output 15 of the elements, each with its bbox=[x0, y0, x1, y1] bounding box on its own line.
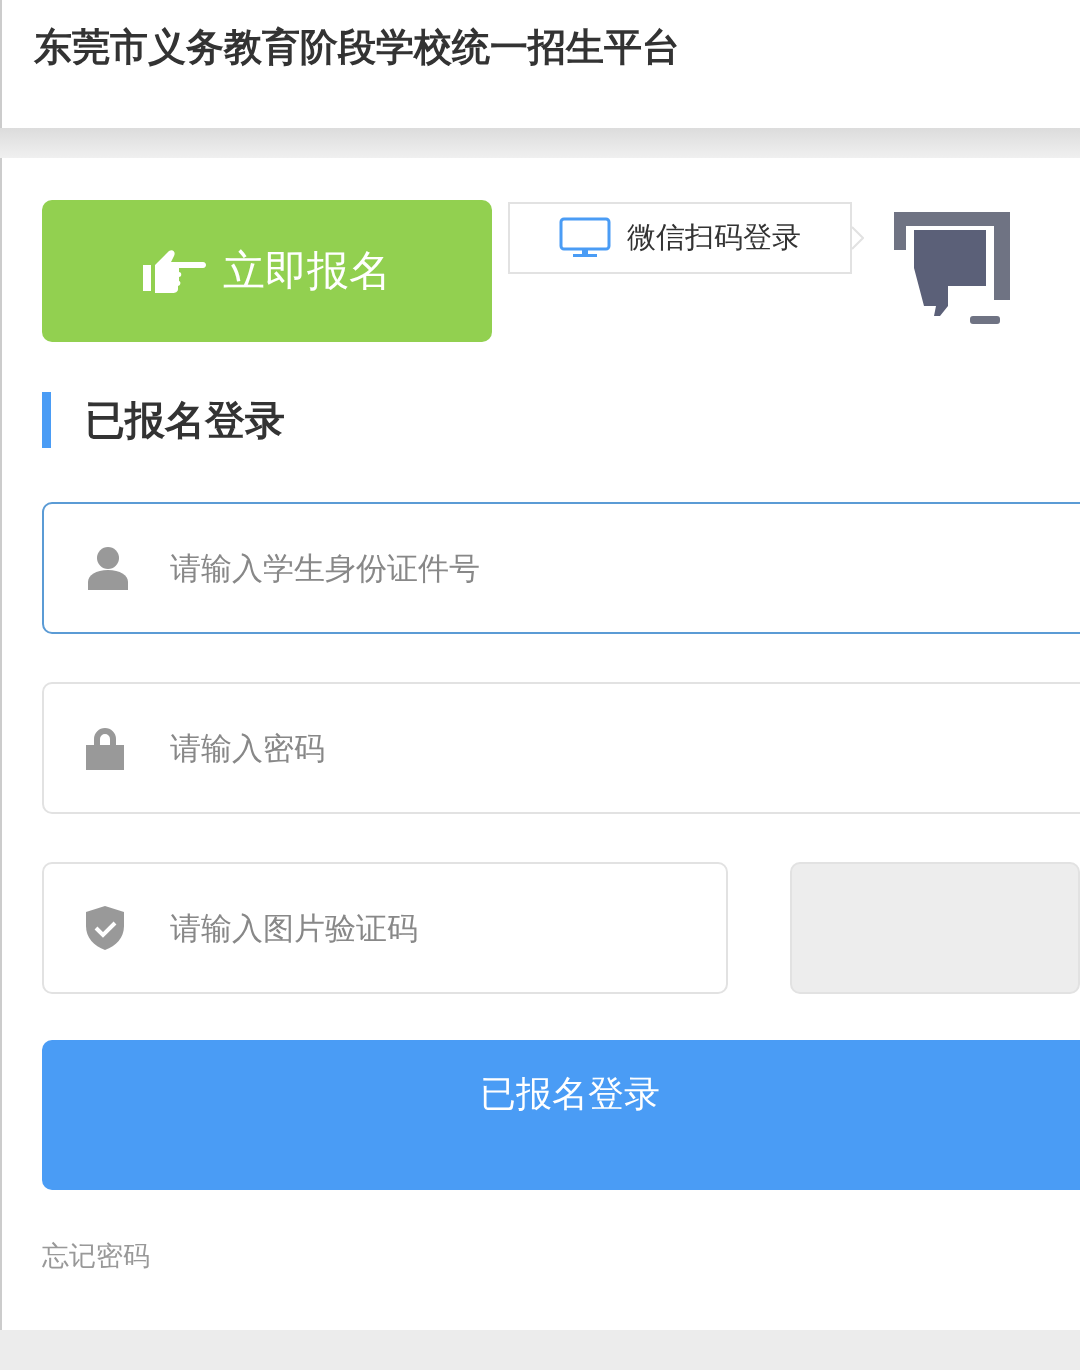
pointing-hand-icon bbox=[143, 249, 207, 293]
tooltip-arrow bbox=[852, 226, 864, 250]
lock-icon bbox=[86, 726, 124, 770]
input-field[interactable]: 请输入学生身份证件号 bbox=[42, 502, 1080, 634]
wechat-login-tooltip[interactable]: 微信扫码登录 bbox=[508, 202, 852, 274]
monitor-icon bbox=[559, 217, 611, 259]
user-icon bbox=[86, 546, 130, 590]
section-accent-bar bbox=[42, 392, 51, 448]
shield-check-icon bbox=[86, 906, 124, 950]
tooltip-text: 微信扫码登录 bbox=[627, 219, 801, 256]
login-button[interactable]: 已报名登录 bbox=[42, 1040, 1080, 1190]
forgot-password-link[interactable]: 忘记密码 bbox=[42, 1238, 150, 1274]
register-button[interactable]: 立即报名 bbox=[42, 200, 492, 342]
page-title: 东莞市义务教育阶段学校统一招生平台 bbox=[34, 23, 680, 71]
section-title: 已报名登录 bbox=[85, 395, 285, 445]
